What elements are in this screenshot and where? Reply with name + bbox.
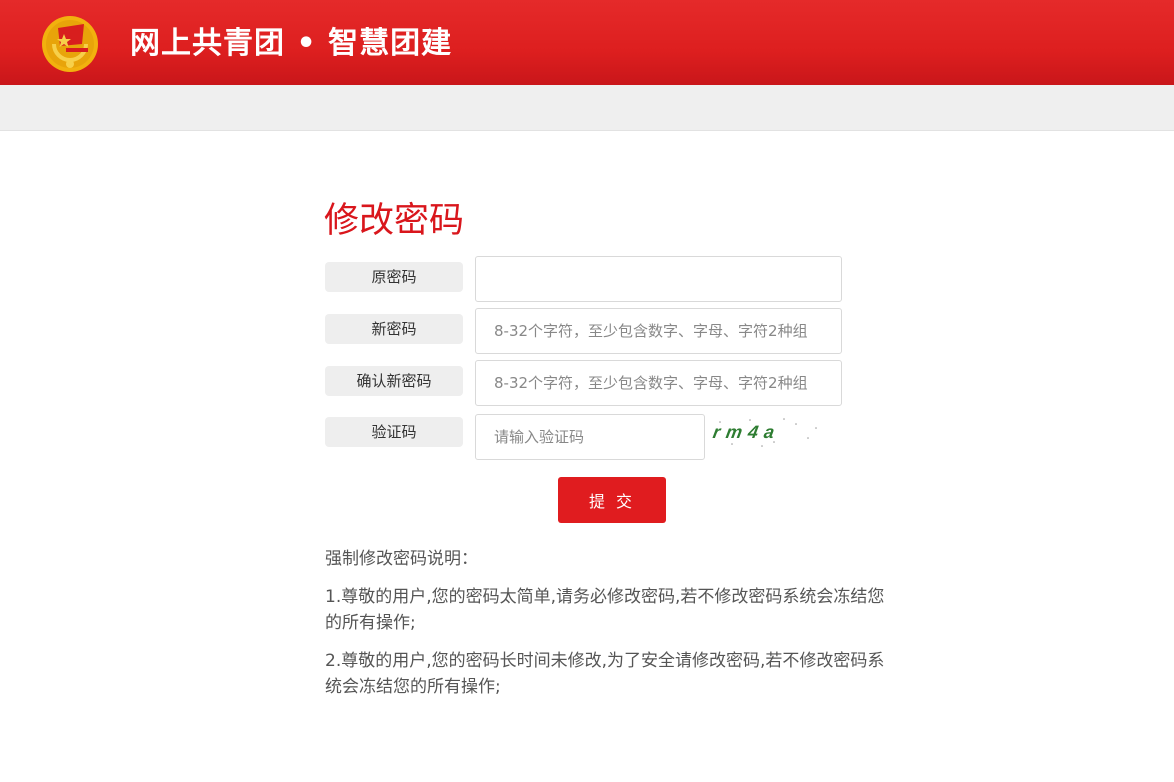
notes-item-1: 1.尊敬的用户,您的密码太简单,请务必修改密码,若不修改密码系统会冻结您的所有操… (325, 587, 885, 633)
old-password-input[interactable] (475, 256, 842, 302)
site-header: 网上共青团 • 智慧团建 (0, 0, 1174, 85)
password-change-notes: 强制修改密码说明： 1.尊敬的用户,您的密码太简单,请务必修改密码,若不修改密码… (325, 546, 895, 712)
captcha-text: rm4a (712, 422, 782, 442)
captcha-input[interactable] (475, 414, 705, 460)
new-password-input[interactable] (475, 308, 842, 354)
captcha-label: 验证码 (325, 417, 463, 447)
new-password-label: 新密码 (325, 314, 463, 344)
communist-youth-league-emblem-icon (42, 16, 98, 72)
confirm-password-label: 确认新密码 (325, 366, 463, 396)
captcha-image[interactable]: rm4a (712, 416, 822, 450)
old-password-label: 原密码 (325, 262, 463, 292)
notes-item-2: 2.尊敬的用户,您的密码长时间未修改,为了安全请修改密码,若不修改密码系统会冻结… (325, 651, 885, 697)
confirm-password-input[interactable] (475, 360, 842, 406)
page-title: 修改密码 (324, 201, 465, 241)
notes-heading: 强制修改密码说明： (325, 549, 478, 569)
site-title: 网上共青团 • 智慧团建 (130, 26, 453, 61)
sub-navigation-bar (0, 85, 1174, 131)
submit-button[interactable]: 提 交 (558, 477, 666, 523)
